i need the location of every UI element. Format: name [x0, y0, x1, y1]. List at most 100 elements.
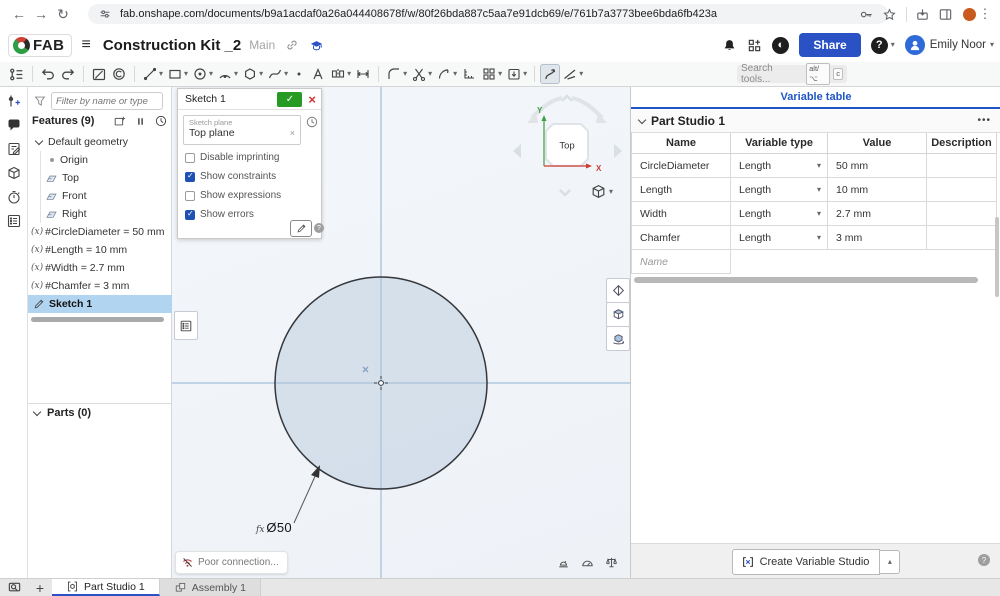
caret-down-icon[interactable]: ▾	[817, 209, 821, 218]
history-clock-icon[interactable]	[305, 115, 319, 129]
side-panel-icon[interactable]	[938, 7, 953, 22]
caret-down-icon[interactable]: ▾	[817, 233, 821, 242]
help-icon[interactable]: ?	[870, 36, 888, 54]
workspace-name[interactable]: Main	[249, 38, 275, 52]
tab-part-studio-1[interactable]: Part Studio 1	[52, 579, 160, 596]
feature-row-variable-width[interactable]: (x) #Width = 2.7 mm	[28, 259, 175, 277]
custom-feature-button[interactable]	[109, 64, 129, 84]
cell-value[interactable]: 3 mm	[828, 226, 927, 250]
chevron-down-icon[interactable]	[34, 136, 44, 146]
create-variable-studio-button[interactable]: Create Variable Studio	[731, 548, 881, 575]
save-download-icon[interactable]	[915, 7, 930, 22]
new-variable-name-input[interactable]: Name	[631, 250, 731, 274]
cell-type-dropdown[interactable]: Length ▾	[731, 178, 828, 202]
option-disable-imprinting[interactable]: Disable imprinting	[185, 152, 279, 163]
rail-history-icon[interactable]	[6, 189, 22, 205]
cell-description[interactable]	[927, 202, 997, 226]
caret-down-icon[interactable]: ▾	[817, 161, 821, 170]
cell-value[interactable]: 2.7 mm	[828, 202, 927, 226]
education-cap-icon[interactable]	[309, 38, 324, 53]
feature-list-toggle-button[interactable]	[6, 64, 27, 85]
features-scrollbar[interactable]	[31, 317, 164, 322]
line-tool-button[interactable]: ▾	[140, 64, 165, 84]
rail-comments-icon[interactable]	[6, 117, 22, 133]
rail-bom-icon[interactable]	[6, 213, 22, 229]
caret-down-icon[interactable]: ▾	[259, 70, 263, 78]
column-header-description[interactable]: Description	[927, 133, 997, 154]
browser-reload-button[interactable]: ↻	[52, 6, 74, 23]
mirror-tool-button[interactable]: ▾	[328, 64, 353, 84]
browser-back-button[interactable]: ←	[8, 6, 30, 22]
option-show-errors[interactable]: Show errors	[185, 209, 254, 220]
chevron-down-icon[interactable]	[32, 407, 42, 417]
sketch-plane-field[interactable]: Sketch plane Top plane ×	[183, 115, 301, 145]
help-menu[interactable]: ? ▾	[870, 36, 895, 54]
diameter-dimension[interactable]: fx Ø50	[256, 520, 292, 535]
cell-value[interactable]: 10 mm	[828, 178, 927, 202]
checkbox-unchecked[interactable]	[185, 190, 195, 201]
caret-down-icon[interactable]: ▾	[347, 70, 351, 78]
table-horizontal-scrollbar[interactable]	[634, 277, 978, 283]
rollback-icon[interactable]	[154, 114, 168, 128]
redo-button[interactable]	[58, 64, 78, 84]
rotate-right-arrow[interactable]	[614, 144, 622, 158]
cell-name[interactable]: Chamfer	[631, 226, 731, 250]
cell-description[interactable]	[927, 154, 997, 178]
sketch-canvas[interactable]: fx Ø50 Sketch 1 ✓ × Sketch plane Top pla…	[172, 87, 630, 578]
caret-down-icon[interactable]: ▾	[523, 70, 527, 78]
suppress-pause-icon[interactable]	[134, 115, 147, 128]
undo-button[interactable]	[38, 64, 58, 84]
caret-down-icon[interactable]: ▾	[428, 70, 432, 78]
measure-tool-button[interactable]	[459, 64, 479, 84]
cell-description[interactable]	[927, 226, 997, 250]
construction-tool-button[interactable]: ▾	[560, 64, 585, 84]
feature-row-default-geometry[interactable]: Default geometry	[28, 133, 180, 151]
rotate-left-arrow[interactable]	[513, 144, 521, 158]
app-store-grid-icon[interactable]	[747, 38, 762, 53]
rail-notes-icon[interactable]	[6, 141, 22, 157]
feature-row-variable-chamfer[interactable]: (x) #Chamfer = 3 mm	[28, 277, 175, 295]
view-mode-button[interactable]: ▾	[590, 183, 613, 200]
sketch-button[interactable]	[89, 64, 109, 84]
rotate-down-arrow[interactable]	[559, 189, 571, 197]
option-show-constraints[interactable]: Show constraints	[185, 171, 276, 182]
share-button[interactable]: Share	[799, 33, 861, 57]
rotate-cw-arc[interactable]	[571, 96, 604, 120]
accept-button[interactable]: ✓	[277, 91, 303, 107]
chevron-down-icon[interactable]	[637, 115, 647, 124]
browser-profile-avatar[interactable]	[963, 7, 976, 21]
dome-indicator-icon[interactable]	[556, 555, 571, 570]
tab-variable-table[interactable]: Variable table	[781, 91, 852, 103]
feature-row-top-plane[interactable]: Top	[28, 169, 189, 187]
insert-tool-button[interactable]: ▾	[504, 64, 529, 84]
search-tabs-button[interactable]	[0, 579, 28, 596]
arc-tool-button[interactable]: ▾	[215, 64, 240, 84]
filter-input[interactable]	[51, 92, 163, 110]
scale-indicator-icon[interactable]	[604, 555, 619, 570]
browser-menu-icon[interactable]: ⋮	[976, 6, 994, 22]
notifications-bell-icon[interactable]	[722, 38, 737, 53]
cell-description[interactable]	[927, 178, 997, 202]
part-studio-section-header[interactable]: Part Studio 1 •••	[631, 109, 1000, 133]
cancel-button[interactable]: ×	[308, 93, 316, 106]
sketch-plane-value[interactable]: Top plane	[189, 127, 235, 139]
caret-down-icon[interactable]: ▾	[609, 187, 613, 196]
caret-down-icon[interactable]: ▾	[159, 70, 163, 78]
learning-center-icon[interactable]: ◐	[772, 36, 790, 54]
search-tools-box[interactable]: Search tools... alt/⌥ c	[737, 63, 847, 85]
column-header-type[interactable]: Variable type	[731, 133, 828, 154]
cell-type-dropdown[interactable]: Length ▾	[731, 226, 828, 250]
caret-down-icon[interactable]: ▾	[498, 70, 502, 78]
sketch-settings-button[interactable]	[290, 220, 312, 237]
section-menu-icon[interactable]: •••	[977, 115, 991, 126]
new-folder-icon[interactable]	[113, 114, 127, 128]
cell-name[interactable]: Length	[631, 178, 731, 202]
password-key-icon[interactable]	[859, 7, 874, 22]
caret-down-icon[interactable]: ▾	[817, 185, 821, 194]
feature-row-right-plane[interactable]: Right	[28, 205, 189, 223]
main-menu-icon[interactable]: ≡	[82, 36, 91, 54]
point-tool-button[interactable]	[290, 65, 308, 83]
pattern-tool-button[interactable]: ▾	[479, 64, 504, 84]
dimension-tool-button[interactable]	[353, 64, 373, 84]
polygon-tool-button[interactable]: ▾	[240, 64, 265, 84]
